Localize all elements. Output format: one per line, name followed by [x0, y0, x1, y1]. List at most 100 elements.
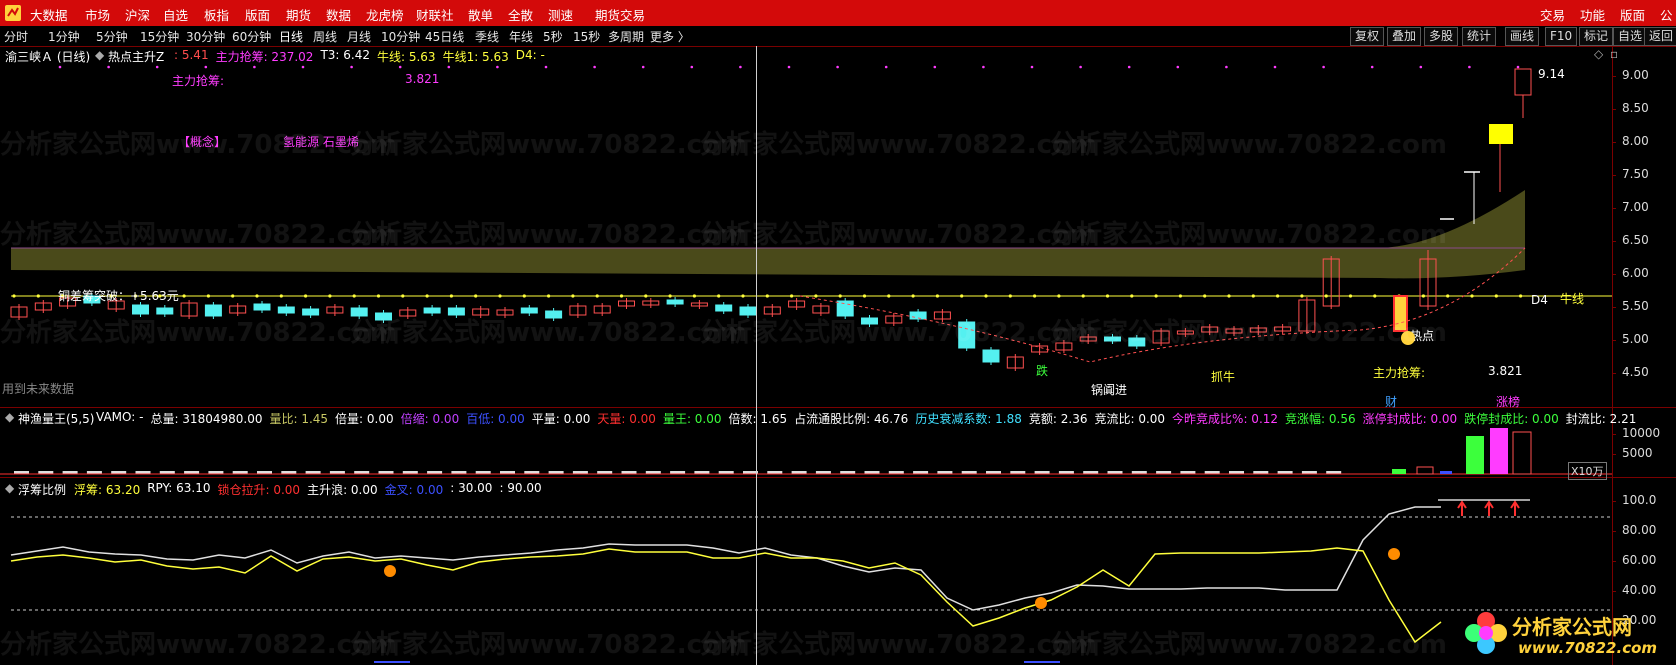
menu-item-12[interactable]: 测速: [548, 5, 573, 24]
stock-title[interactable]: 渝三峡Ａ (日线): [5, 48, 90, 65]
niu-xian-dot: [838, 294, 842, 298]
vol-values-13: 竞流比: 0.00: [1094, 412, 1166, 426]
period-5[interactable]: 60分钟: [232, 28, 271, 45]
toolbar-button-4[interactable]: 画线: [1505, 27, 1540, 46]
menu-item-10[interactable]: 散单: [468, 5, 493, 24]
niu-xian-dot: [474, 294, 478, 298]
magenta-dot: [253, 65, 256, 69]
niu-xian-dot: [619, 294, 624, 298]
vol-values-9: 倍数: 1.65: [728, 412, 788, 426]
niu-xian-dot: [668, 294, 672, 298]
collapse-icon[interactable]: ◆: [95, 48, 104, 62]
toolbar-button-0[interactable]: 复权: [1350, 27, 1385, 46]
magenta-dot: [1176, 65, 1180, 69]
menu-item-5[interactable]: 版面: [245, 5, 270, 24]
menu-right-item-0[interactable]: 交易: [1540, 5, 1565, 24]
niu-xian-dot: [1154, 294, 1158, 298]
menu-item-11[interactable]: 全散: [508, 5, 533, 24]
ratio-yaxis-tickmark-3: [1612, 591, 1616, 592]
menu-item-4[interactable]: 板指: [204, 5, 229, 24]
menu-item-3[interactable]: 自选: [163, 5, 188, 24]
menu-right-item-3[interactable]: 公: [1660, 5, 1673, 24]
candle-body: [253, 303, 271, 311]
period-1[interactable]: 1分钟: [48, 28, 80, 45]
flower-logo-icon: [1465, 612, 1507, 654]
vol-values-17: 跌停封成比: 0.00: [1464, 412, 1559, 426]
main-yaxis-tickmark-0: [1612, 76, 1616, 77]
magenta-dot: [447, 65, 451, 69]
menu-item-1[interactable]: 市场: [85, 5, 110, 24]
app-logo-icon[interactable]: [4, 4, 22, 22]
period-12[interactable]: 年线: [509, 28, 533, 45]
toolbar-button-7[interactable]: 自选: [1613, 27, 1648, 46]
candle-body: [982, 349, 1000, 363]
period-3[interactable]: 15分钟: [140, 28, 179, 45]
toolbar-button-6[interactable]: 标记: [1579, 27, 1614, 46]
vol-values-18: 封流比: 2.21: [1565, 412, 1637, 426]
vol-bar-green-small: [1392, 469, 1406, 474]
period-10[interactable]: 45日线: [425, 28, 464, 45]
vol-indicator-name[interactable]: 神渔量王(5,5): [18, 410, 94, 427]
menu-item-8[interactable]: 龙虎榜: [366, 5, 404, 24]
label-cai: 财: [1385, 395, 1398, 409]
vol-bar-magenta-tall: [1490, 428, 1508, 474]
menu-item-7[interactable]: 数据: [326, 5, 351, 24]
period-2[interactable]: 5分钟: [96, 28, 128, 45]
period-8[interactable]: 月线: [347, 28, 371, 45]
toolbar-button-8[interactable]: 返回: [1644, 27, 1676, 46]
toolbar-button-5[interactable]: F10: [1545, 27, 1578, 46]
vol-collapse-icon[interactable]: ◆: [5, 410, 14, 424]
magenta-dot: [641, 65, 645, 69]
niu-xian-dot: [1008, 294, 1012, 298]
menu-right-item-2[interactable]: 版面: [1620, 5, 1645, 24]
period-15[interactable]: 多周期: [608, 28, 644, 45]
menu-item-13[interactable]: 期货交易: [595, 5, 645, 24]
panel-settings-icon[interactable]: ◇: [1594, 47, 1603, 61]
period-9[interactable]: 10分钟: [381, 28, 420, 45]
panel-maximize-icon[interactable]: ▫: [1610, 47, 1618, 61]
magenta-dot: [787, 65, 791, 69]
toolbar-button-1[interactable]: 叠加: [1387, 27, 1422, 46]
magenta-dot: [155, 65, 159, 69]
period-11[interactable]: 季线: [475, 28, 499, 45]
watermark-2: 分析家公式网www.70822.com: [700, 130, 1097, 160]
vol-values-8: 量王: 0.00: [662, 412, 722, 426]
indicator-name[interactable]: 热点主升Z: [108, 48, 164, 65]
magenta-dot: [496, 65, 499, 69]
menu-right-item-1[interactable]: 功能: [1580, 5, 1605, 24]
menu-item-6[interactable]: 期货: [286, 5, 311, 24]
red-up-arrow: [1457, 500, 1467, 516]
period-14[interactable]: 15秒: [573, 28, 600, 45]
main-yaxis-tick-0: 9.00: [1622, 68, 1649, 82]
ratio-values-5: : 30.00: [450, 481, 493, 495]
period-6[interactable]: 日线: [279, 28, 303, 45]
niu-xian-dot: [765, 294, 769, 298]
main-yaxis-tick-5: 6.50: [1622, 233, 1649, 247]
niu-xian-dot: [960, 294, 964, 298]
menu-item-0[interactable]: 大数据: [30, 5, 68, 24]
vol-values-6: 平量: 0.00: [531, 412, 591, 426]
period-4[interactable]: 30分钟: [186, 28, 225, 45]
menu-item-9[interactable]: 财联社: [416, 5, 454, 24]
niu-xian-dot: [255, 294, 259, 298]
period-0[interactable]: 分时: [4, 28, 28, 45]
toolbar-button-2[interactable]: 多股: [1424, 27, 1459, 46]
ratio-indicator-name[interactable]: 浮筹比例: [18, 481, 66, 498]
vol-unit: X10万: [1568, 462, 1607, 480]
golden-cross-marker: [1035, 597, 1047, 609]
menu-item-2[interactable]: 沪深: [125, 5, 150, 24]
label-zhua-niu: 抓牛: [1211, 370, 1236, 384]
ratio-yaxis-tick-3: 40.00: [1622, 583, 1657, 597]
watermark-6: 分析家公式网www.70822.com: [700, 220, 1097, 250]
niu-xian-dot: [1348, 294, 1353, 298]
period-13[interactable]: 5秒: [543, 28, 563, 45]
magenta-dot: [836, 65, 839, 69]
period-7[interactable]: 周线: [313, 28, 337, 45]
toolbar-button-3[interactable]: 统计: [1462, 27, 1497, 46]
ratio-collapse-icon[interactable]: ◆: [5, 481, 14, 495]
main-yaxis-tick-2: 8.00: [1622, 134, 1649, 148]
vol-bar-blue: [1440, 471, 1452, 474]
niu-xian-dot: [449, 294, 453, 298]
period-16[interactable]: 更多 〉: [650, 28, 690, 45]
main-yaxis-tickmark-2: [1612, 142, 1616, 143]
